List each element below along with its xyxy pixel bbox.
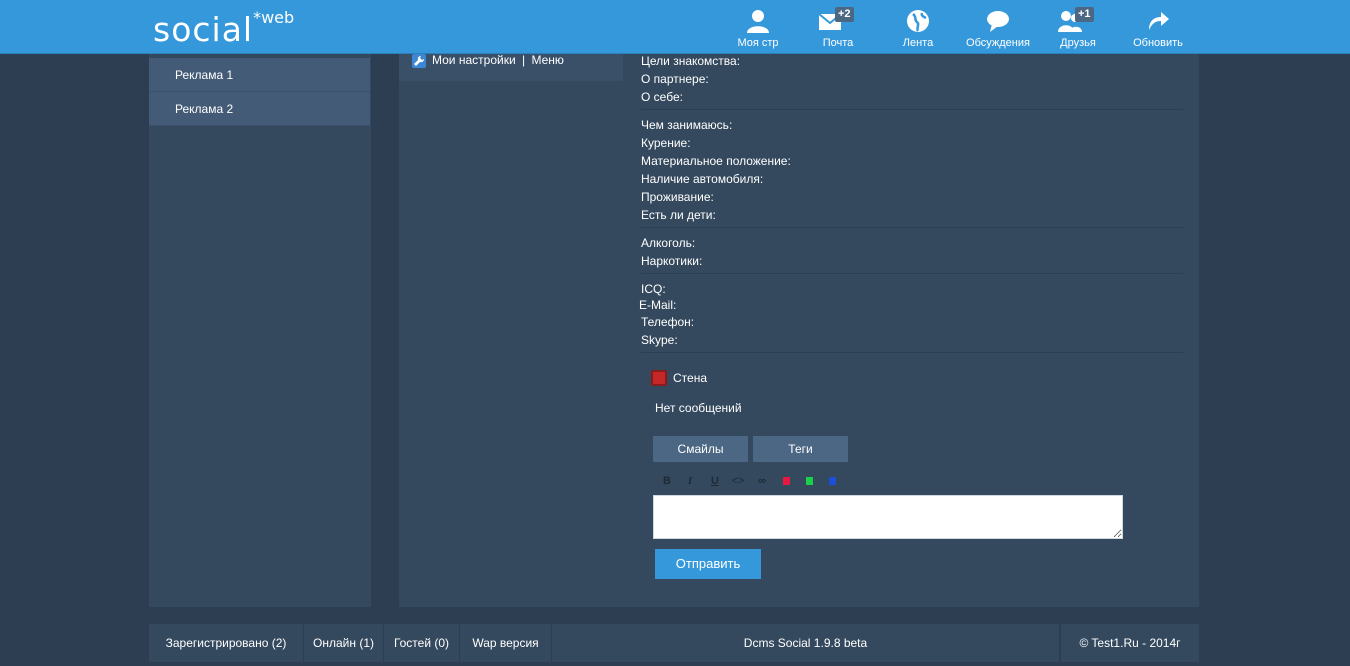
wrench-icon xyxy=(412,54,426,68)
nav-friends[interactable]: +1 Друзья xyxy=(1038,6,1118,52)
chat-icon xyxy=(987,11,1009,32)
globe-icon xyxy=(907,10,929,32)
nav-label: Обновить xyxy=(1133,37,1183,49)
my-settings-link[interactable]: Мои настройки xyxy=(432,53,516,67)
nav-label: Почта xyxy=(822,37,854,49)
menu-link[interactable]: Меню xyxy=(531,53,563,67)
profile-info: Цели знакомства: О партнере: О себе: Чем… xyxy=(639,52,1183,359)
top-navbar: social*web Моя стр +2 Почта Лента Обсужд… xyxy=(0,0,1350,54)
left-sidebar: Реклама 1 Реклама 2 xyxy=(149,54,371,607)
footer-registered-link[interactable]: Зарегистрировано (2) xyxy=(149,624,304,662)
profile-field: E-Mail: xyxy=(639,298,677,312)
nav-label: Друзья xyxy=(1060,37,1096,49)
smiles-tab[interactable]: Смайлы xyxy=(653,436,748,462)
friends-badge: +1 xyxy=(1075,7,1094,22)
profile-field: Есть ли дети: xyxy=(641,208,716,222)
profile-field: Алкоголь: xyxy=(641,236,696,250)
nav-feed[interactable]: Лента xyxy=(878,6,958,52)
italic-button[interactable]: I xyxy=(682,475,698,487)
logo-superscript: *web xyxy=(253,8,295,27)
footer-version: Dcms Social 1.9.8 beta xyxy=(552,624,1060,662)
tags-tab[interactable]: Теги xyxy=(753,436,848,462)
code-button[interactable]: <> xyxy=(730,475,746,487)
footer-guests-link[interactable]: Гостей (0) xyxy=(384,624,460,662)
settings-links: Мои настройки | Меню xyxy=(432,54,564,66)
wall-icon xyxy=(651,369,667,386)
user-icon xyxy=(747,10,769,33)
footer-wap-link[interactable]: Wap версия xyxy=(460,624,552,662)
nav-discussions[interactable]: Обсуждения xyxy=(958,6,1038,52)
profile-field: ICQ: xyxy=(641,282,666,296)
nav-refresh[interactable]: Обновить xyxy=(1118,6,1198,52)
main-panel: Мои настройки | Меню Цели знакомства: О … xyxy=(399,54,1199,607)
underline-button[interactable]: U xyxy=(707,475,723,487)
wall-message-input[interactable] xyxy=(653,495,1123,539)
settings-bar: Мои настройки | Меню xyxy=(399,54,623,81)
sidebar-item-ad-2[interactable]: Реклама 2 xyxy=(149,92,370,126)
profile-group-life: Чем занимаюсь: Курение: Материальное пол… xyxy=(641,116,1183,228)
profile-field: Наличие автомобиля: xyxy=(641,172,764,186)
nav-mail[interactable]: +2 Почта xyxy=(798,6,878,52)
profile-field: Наркотики: xyxy=(641,254,703,268)
footer: Зарегистрировано (2) Онлайн (1) Гостей (… xyxy=(149,624,1199,662)
nav-label: Лента xyxy=(902,37,934,49)
profile-field: Цели знакомства: xyxy=(641,54,741,68)
separator: | xyxy=(522,53,526,67)
profile-field: Материальное положение: xyxy=(641,154,791,168)
footer-copyright: © Test1.Ru - 2014г xyxy=(1060,624,1199,662)
profile-field: Чем занимаюсь: xyxy=(641,118,733,132)
sidebar-item-ad-1[interactable]: Реклама 1 xyxy=(149,58,370,92)
profile-field: Skype: xyxy=(641,333,678,347)
wall-header: Стена xyxy=(651,369,708,386)
footer-online-link[interactable]: Онлайн (1) xyxy=(304,624,384,662)
logo-text: social xyxy=(153,10,254,49)
link-button[interactable]: ∞ xyxy=(754,475,770,487)
profile-field: Телефон: xyxy=(641,315,695,329)
profile-group-habits: Алкоголь: Наркотики: xyxy=(641,234,1183,274)
profile-field: О партнере: xyxy=(641,72,709,86)
bold-button[interactable]: B xyxy=(659,475,675,487)
profile-field: Проживание: xyxy=(641,190,714,204)
profile-field: Курение: xyxy=(641,136,691,150)
mail-badge: +2 xyxy=(835,7,854,22)
color-red-button[interactable] xyxy=(783,477,790,485)
color-green-button[interactable] xyxy=(806,477,813,485)
wall-empty-text: Нет сообщений xyxy=(655,401,742,415)
profile-group-dating: Цели знакомства: О партнере: О себе: xyxy=(641,52,1183,110)
color-blue-button[interactable] xyxy=(829,477,836,485)
profile-field: О себе: xyxy=(641,90,683,104)
site-logo[interactable]: social*web xyxy=(153,8,295,49)
profile-group-contacts: ICQ: E-Mail: Телефон: Skype: xyxy=(639,280,1183,353)
refresh-icon xyxy=(1149,12,1169,30)
wall-title: Стена xyxy=(673,370,708,385)
send-button[interactable]: Отправить xyxy=(655,549,761,579)
nav-label: Моя стр xyxy=(737,37,779,49)
nav-label: Обсуждения xyxy=(966,37,1030,49)
nav-my-page[interactable]: Моя стр xyxy=(718,6,798,52)
